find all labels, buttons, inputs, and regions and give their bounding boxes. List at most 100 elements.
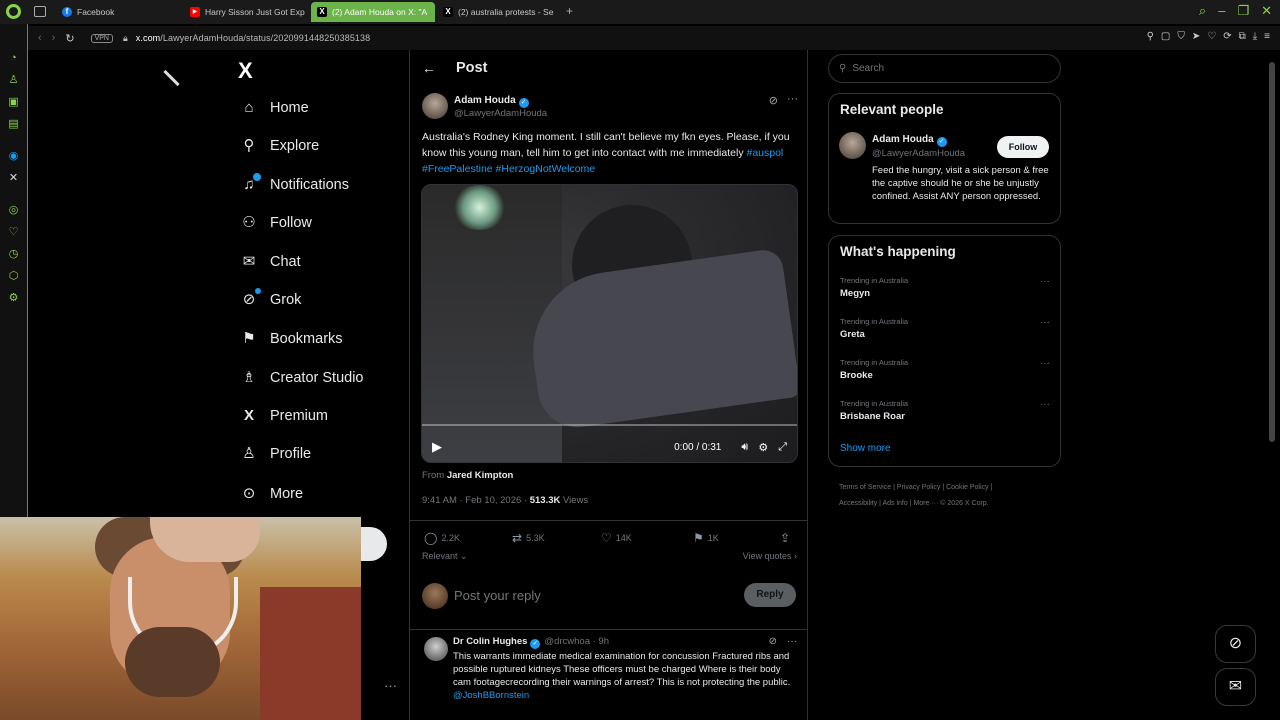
url-field[interactable]: x.com/LawyerAdamHouda/status/20209914482…	[136, 33, 370, 43]
account-more-icon[interactable]: ···	[384, 678, 397, 693]
play-circle-icon[interactable]: ◎	[7, 204, 20, 217]
trend-item[interactable]: Trending in Australia Megyn ···	[840, 276, 1050, 299]
pin-icon[interactable]: ⚲	[1147, 31, 1154, 42]
extensions-icon[interactable]: ⧉	[1239, 31, 1246, 42]
twitch-icon[interactable]: ▤	[7, 118, 20, 131]
forward-nav-icon[interactable]: ›	[52, 32, 56, 44]
footer-line[interactable]: Accessibility | Ads info | More ··· © 20…	[839, 496, 1049, 512]
more-options-icon[interactable]: ···	[787, 93, 798, 105]
snapshot-icon[interactable]: ▢	[1161, 31, 1170, 42]
nav-item-premium[interactable]: X Premium	[240, 403, 328, 429]
footer-line[interactable]: Terms of Service | Privacy Policy | Cook…	[839, 480, 1049, 496]
cube-icon[interactable]: ⬡	[7, 270, 20, 283]
bot-icon[interactable]: ♙	[7, 74, 20, 87]
close-window-icon[interactable]: ✕	[1261, 3, 1272, 19]
avatar[interactable]	[422, 93, 448, 119]
relevant-person-handle[interactable]: @LawyerAdamHouda	[872, 148, 965, 159]
reply-input[interactable]: Post your reply	[454, 588, 541, 603]
reload-icon[interactable]: ↻	[65, 32, 74, 45]
nav-item-follow[interactable]: ⚇ Follow	[240, 210, 312, 236]
more-options-icon[interactable]: ···	[1040, 317, 1050, 328]
menu-icon[interactable]: ≡	[1264, 31, 1270, 42]
more-options-icon[interactable]: ···	[1040, 399, 1050, 410]
whatsapp-icon[interactable]: ▣	[7, 96, 20, 109]
reply-button[interactable]: Reply	[744, 583, 796, 607]
browser-tab-youtube[interactable]: ▶ Harry Sisson Just Got Exp	[184, 2, 308, 22]
scroll-thumb[interactable]	[1269, 62, 1275, 442]
minimize-icon[interactable]: –	[1218, 3, 1225, 19]
send-icon[interactable]: ➤	[1192, 31, 1200, 42]
view-quotes-link[interactable]: View quotes ›	[743, 551, 797, 561]
search-input[interactable]: ⚲ Search	[828, 54, 1061, 83]
trend-item[interactable]: Trending in Australia Greta ···	[840, 317, 1050, 340]
play-icon[interactable]: ▶	[432, 439, 442, 455]
heart-sidebar-icon[interactable]: ♡	[7, 226, 20, 239]
nav-item-grok[interactable]: ⊘ Grok	[240, 287, 301, 313]
show-more-link[interactable]: Show more	[840, 443, 891, 454]
trend-item[interactable]: Trending in Australia Brisbane Roar ···	[840, 399, 1050, 422]
list-item[interactable]: Dr Colin Hughes ✓ @drcwhoa · 9h ⊘ ··· This …	[410, 630, 807, 720]
sync-icon[interactable]: ⟳	[1223, 31, 1231, 42]
bookmark-action[interactable]: ⚑ 1K	[693, 531, 719, 545]
browser-tab-facebook[interactable]: f Facebook	[56, 2, 182, 22]
relevant-person-name[interactable]: Adam Houda ✓	[872, 134, 947, 147]
page-scrollbar[interactable]	[1268, 50, 1276, 710]
back-nav-icon[interactable]: ‹	[38, 32, 42, 44]
hashtag-link[interactable]: #HerzogNotWelcome	[496, 163, 596, 175]
nav-item-chat[interactable]: ✉ Chat	[240, 249, 301, 275]
nav-item-creator-studio[interactable]: ♗ Creator Studio	[240, 365, 363, 391]
history-icon[interactable]: ◷	[7, 248, 20, 261]
back-arrow-icon[interactable]: ←	[422, 60, 436, 76]
nav-item-home[interactable]: ⌂ Home	[240, 95, 308, 121]
avatar[interactable]	[839, 132, 866, 159]
more-options-icon[interactable]: ···	[1040, 358, 1050, 369]
author-handle[interactable]: @LawyerAdamHouda	[454, 108, 547, 119]
messenger-icon[interactable]: ◉	[7, 150, 20, 163]
sort-dropdown[interactable]: Relevant ⌄	[422, 551, 468, 561]
author-name[interactable]: Adam Houda ✓	[454, 95, 529, 108]
lock-icon[interactable]: 🔒︎	[123, 33, 128, 44]
grok-explain-icon[interactable]: ⊘	[769, 636, 777, 647]
reply-action[interactable]: ◯ 2.2K	[424, 531, 460, 545]
fullscreen-icon[interactable]: ⤢	[778, 441, 787, 454]
opera-logo-icon[interactable]	[6, 4, 21, 19]
workspaces-icon[interactable]	[34, 6, 46, 17]
shield-icon[interactable]: ⛉	[1177, 31, 1185, 42]
x-sidebar-icon[interactable]: ✕	[7, 172, 20, 185]
grok-float-button[interactable]: ⊘	[1215, 625, 1256, 663]
new-tab-icon[interactable]: +	[566, 4, 573, 18]
from-name[interactable]: Jared Kimpton	[447, 470, 514, 481]
follow-button[interactable]: Follow	[997, 136, 1049, 158]
video-player[interactable]: ▶ 0:00 / 0:31 🔊︎ ⚙ ⤢	[421, 184, 798, 463]
browser-tab-australia-protests[interactable]: X (2) australia protests - Se	[437, 2, 561, 22]
volume-icon[interactable]: 🔊︎	[741, 441, 748, 454]
hashtag-link[interactable]: #auspol	[746, 147, 783, 159]
repost-action[interactable]: ⇄ 5.3K	[512, 531, 545, 545]
x-logo[interactable]: X	[238, 58, 253, 84]
more-options-icon[interactable]: ···	[787, 636, 797, 647]
maximize-icon[interactable]: ❐	[1237, 3, 1249, 19]
nav-item-notifications[interactable]: ♫ Notifications	[240, 172, 349, 198]
grok-explain-icon[interactable]: ⊘	[769, 94, 778, 107]
hashtag-link[interactable]: #FreePalestine	[422, 163, 493, 175]
post-timestamp[interactable]: 9:41 AM · Feb 10, 2026 ·	[422, 495, 530, 506]
search-tabs-icon[interactable]: ⌕	[1199, 3, 1206, 19]
vpn-badge[interactable]: VPN	[90, 33, 113, 43]
settings-gear-icon[interactable]: ⚙	[758, 441, 768, 454]
comment-author[interactable]: Dr Colin Hughes ✓ @drcwhoa · 9h	[453, 636, 609, 649]
nav-item-bookmarks[interactable]: ⚑ Bookmarks	[240, 326, 342, 352]
download-icon[interactable]: ⤓	[1253, 31, 1257, 42]
browser-tab-adam-houda[interactable]: X (2) Adam Houda on X: "A	[311, 2, 435, 22]
nav-item-more[interactable]: ⊙ More	[240, 481, 303, 507]
nav-item-profile[interactable]: ♙ Profile	[240, 441, 311, 467]
nav-item-explore[interactable]: ⚲ Explore	[240, 133, 320, 159]
ai-icon[interactable]: ◔	[7, 52, 20, 65]
messages-float-button[interactable]: ✉	[1215, 668, 1256, 706]
trend-item[interactable]: Trending in Australia Brooke ···	[840, 358, 1050, 381]
video-progress-bar[interactable]	[422, 424, 797, 426]
settings-icon[interactable]: ⚙	[7, 292, 20, 305]
avatar[interactable]	[424, 637, 448, 661]
like-action[interactable]: ♡ 14K	[601, 531, 632, 545]
more-options-icon[interactable]: ···	[1040, 276, 1050, 287]
mention-link[interactable]: @JoshBBornstein	[453, 690, 529, 701]
